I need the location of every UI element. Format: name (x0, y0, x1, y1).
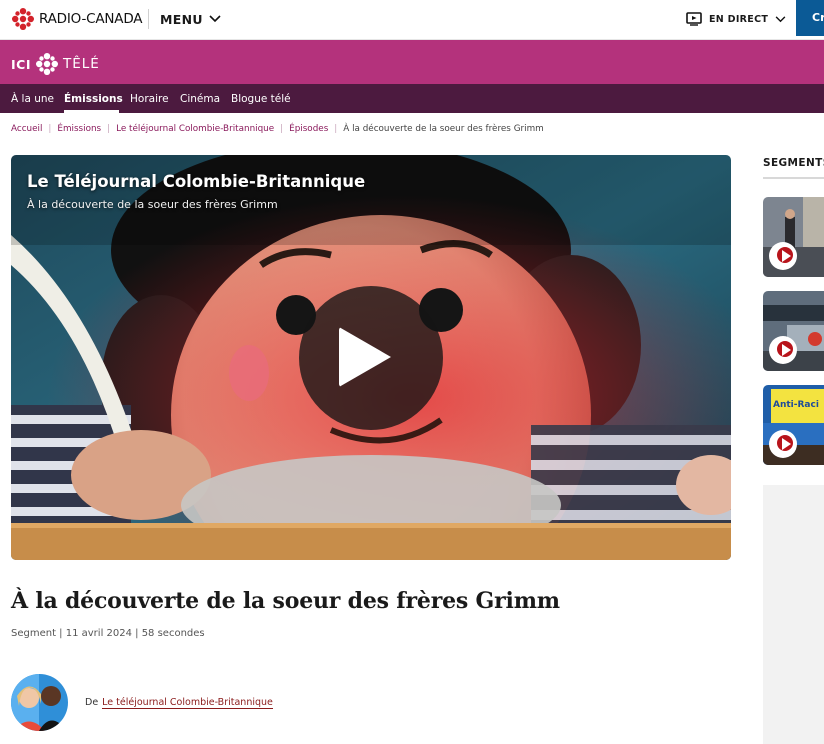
play-triangle (782, 344, 791, 356)
breadcrumb: Accueil | Émissions | Le téléjournal Col… (11, 124, 544, 134)
sidebar-panel (763, 485, 824, 744)
tv-live-icon (686, 12, 702, 26)
ici-tele-logo[interactable]: ICI TÊLÉ (11, 52, 100, 76)
author-prefix: De (85, 697, 99, 708)
segments-divider (763, 177, 824, 179)
breadcrumb-separator: | (280, 124, 284, 134)
create-account-button[interactable]: Cr (796, 0, 824, 36)
breadcrumb-separator: | (107, 124, 111, 134)
tele-word: TÊLÉ (62, 56, 100, 72)
segment-meta: Segment | 11 avril 2024 | 58 secondes (11, 628, 205, 639)
menu-button[interactable]: MENU (160, 10, 221, 28)
play-icon (339, 327, 391, 387)
cbc-gem-icon (12, 8, 34, 30)
nav-item-blogue-tele[interactable]: Blogue télé (231, 93, 291, 105)
breadcrumb-episodes[interactable]: Épisodes (289, 124, 328, 134)
nav-item-horaire[interactable]: Horaire (130, 93, 169, 105)
play-triangle (782, 438, 791, 450)
breadcrumb-accueil[interactable]: Accueil (11, 124, 42, 134)
breadcrumb-separator: | (334, 124, 338, 134)
video-player[interactable]: Le Téléjournal Colombie-Britannique À la… (11, 155, 731, 560)
segment-thumbnail[interactable] (763, 197, 824, 277)
nav-active-indicator (64, 110, 119, 113)
page-title: À la découverte de la soeur des frères G… (11, 588, 560, 614)
chevron-down-icon (209, 15, 221, 23)
header-divider (148, 9, 149, 29)
logo-text: RADIO-CANADA (39, 11, 143, 27)
nav-item-cinema[interactable]: Cinéma (180, 93, 220, 105)
chevron-down-icon (775, 15, 786, 22)
thumb3-banner-text: Anti-Raci (773, 400, 819, 410)
segment-thumbnail[interactable] (763, 291, 824, 371)
show-link[interactable]: Le téléjournal Colombie-Britannique (102, 697, 273, 709)
ici-tele-band (0, 40, 824, 84)
breadcrumb-current: À la découverte de la soeur des frères G… (343, 124, 544, 134)
breadcrumb-separator: | (48, 124, 52, 134)
player-show-title: Le Téléjournal Colombie-Britannique (27, 172, 366, 191)
ici-word: ICI (11, 56, 31, 72)
author-line: De Le téléjournal Colombie-Britannique (85, 697, 273, 709)
live-label: EN DIRECT (709, 13, 769, 25)
segment-thumbnail[interactable]: Anti-Raci (763, 385, 824, 465)
cbc-gem-icon (35, 53, 58, 75)
nav-item-a-la-une[interactable]: À la une (11, 93, 54, 105)
radio-canada-logo[interactable]: RADIO-CANADA (11, 7, 143, 31)
live-button[interactable]: EN DIRECT (686, 10, 786, 28)
nav-item-emissions[interactable]: Émissions (64, 93, 123, 105)
menu-label: MENU (160, 11, 203, 27)
segments-heading: SEGMENTS (763, 157, 824, 169)
hosts-photo (11, 674, 68, 731)
show-avatar[interactable] (11, 674, 68, 731)
section-nav (0, 84, 824, 113)
breadcrumb-emissions[interactable]: Émissions (57, 124, 101, 134)
player-episode-subtitle: À la découverte de la soeur des frères G… (27, 198, 278, 211)
breadcrumb-show[interactable]: Le téléjournal Colombie-Britannique (116, 124, 274, 134)
play-triangle (782, 250, 791, 262)
